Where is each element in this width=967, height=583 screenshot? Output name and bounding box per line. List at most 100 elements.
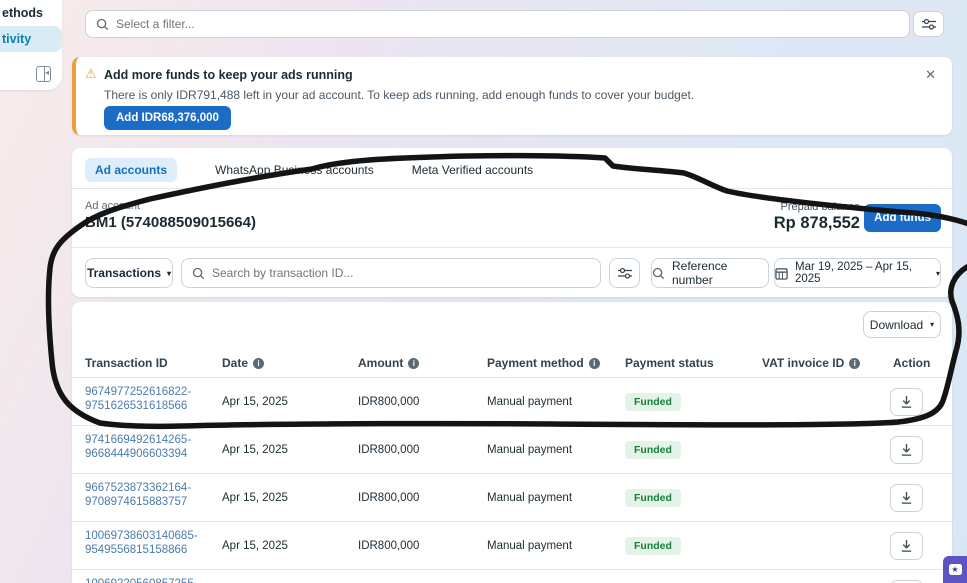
tab-whatsapp-business-accounts[interactable]: WhatsApp Business accounts <box>215 163 374 177</box>
payment-status-cell: Funded <box>625 426 681 474</box>
transaction-id-link[interactable]: 10069220560857255- <box>85 577 217 583</box>
close-icon[interactable]: ✕ <box>925 67 936 83</box>
info-icon[interactable]: i <box>849 358 860 369</box>
amount-cell: IDR800,000 <box>358 426 419 474</box>
status-badge: Funded <box>625 441 681 459</box>
transaction-search-input[interactable] <box>212 266 590 280</box>
amount-cell: IDR800,000 <box>358 474 419 522</box>
low-funds-alert: ⚠ Add more funds to keep your ads runnin… <box>72 57 952 135</box>
alert-body: There is only IDR791,488 left in your ad… <box>104 88 694 102</box>
download-invoice-button[interactable] <box>890 532 923 560</box>
column-header-action: Action <box>893 356 930 370</box>
search-icon <box>652 267 665 280</box>
download-invoice-button[interactable] <box>890 388 923 416</box>
column-header-payment-method: Payment methodi <box>487 356 600 370</box>
info-icon[interactable]: i <box>589 358 600 369</box>
divider <box>72 188 952 189</box>
table-row: 9741669492614265-9668444906603394 Apr 15… <box>72 426 952 474</box>
reference-number-label: Reference number <box>672 259 768 287</box>
date-range-label: Mar 19, 2025 – Apr 15, 2025 <box>795 261 929 285</box>
amount-cell: IDR800,000 <box>358 522 419 570</box>
sliders-icon <box>922 18 936 30</box>
tab-meta-verified-accounts[interactable]: Meta Verified accounts <box>412 163 533 177</box>
transaction-id-link[interactable]: 9674977252616822-9751626531618566 <box>85 385 217 413</box>
warning-icon: ⚠ <box>85 66 97 82</box>
reference-number-button[interactable]: Reference number <box>651 258 769 288</box>
table-filter-button[interactable] <box>609 258 640 288</box>
payment-status-cell: Funded <box>625 378 681 426</box>
sidebar-item-methods[interactable]: ethods <box>0 0 62 26</box>
sliders-icon <box>618 267 632 279</box>
payment-method-cell: Manual payment <box>487 474 572 522</box>
add-funds-amount-button[interactable]: Add IDR68,376,000 <box>104 106 231 130</box>
chevron-down-icon: ▾ <box>167 269 171 278</box>
prepaid-balance-label: Prepaid balance <box>780 201 860 213</box>
search-icon <box>96 18 109 31</box>
filter-adjust-button[interactable] <box>913 11 944 37</box>
table-row: 9674977252616822-9751626531618566 Apr 15… <box>72 378 952 426</box>
alert-title: Add more funds to keep your ads running <box>104 68 353 82</box>
table-row: 10069220560857255- Apr 15, 2025 IDR800,0… <box>72 570 952 583</box>
prepaid-balance-value: Rp 878,552 <box>774 214 860 233</box>
transaction-id-link[interactable]: 9741669492614265-9668444906603394 <box>85 433 217 461</box>
date-cell: Apr 15, 2025 <box>222 378 288 426</box>
transaction-filter-row: Transactions ▾ Reference number Mar 19, … <box>85 258 941 288</box>
table-header-row: Transaction ID Datei Amounti Payment met… <box>72 347 952 378</box>
status-badge: Funded <box>625 537 681 555</box>
transactions-table-panel: Download ▾ Transaction ID Datei Amounti … <box>72 302 952 583</box>
download-icon <box>900 443 913 457</box>
account-tabs: Ad accounts WhatsApp Business accounts M… <box>85 157 533 183</box>
payment-method-cell: Manual payment <box>487 426 572 474</box>
column-header-amount: Amounti <box>358 356 419 370</box>
info-icon[interactable]: i <box>253 358 264 369</box>
global-filter-input[interactable] <box>116 17 899 31</box>
download-invoice-button[interactable] <box>890 484 923 512</box>
column-header-transaction-id: Transaction ID <box>85 356 168 370</box>
ad-account-label: Ad account <box>85 200 140 212</box>
global-filter-bar[interactable] <box>85 10 910 38</box>
status-badge: Funded <box>625 393 681 411</box>
download-icon <box>900 491 913 505</box>
download-invoice-button[interactable] <box>890 436 923 464</box>
download-icon <box>900 539 913 553</box>
date-range-picker[interactable]: Mar 19, 2025 – Apr 15, 2025 ▾ <box>774 258 941 288</box>
date-cell: Apr 15, 2025 <box>222 522 288 570</box>
payment-method-cell: Manual payment <box>487 378 572 426</box>
tab-ad-accounts[interactable]: Ad accounts <box>85 158 177 182</box>
table-row: 9667523873362164-9708974615883757 Apr 15… <box>72 474 952 522</box>
chevron-down-icon: ▾ <box>936 269 940 278</box>
amount-cell: IDR800,000 <box>358 570 419 583</box>
download-icon <box>900 395 913 409</box>
calendar-icon <box>775 267 788 280</box>
date-cell: Apr 15, 2025 <box>222 474 288 522</box>
column-header-date: Datei <box>222 356 264 370</box>
table-body: 9674977252616822-9751626531618566 Apr 15… <box>72 378 952 583</box>
status-badge: Funded <box>625 489 681 507</box>
add-funds-button[interactable]: Add funds <box>864 204 941 232</box>
transactions-dropdown-label: Transactions <box>87 266 161 280</box>
payment-status-cell: Funded <box>625 522 681 570</box>
download-dropdown-button[interactable]: Download ▾ <box>863 311 941 338</box>
amount-cell: IDR800,000 <box>358 378 419 426</box>
transaction-search-box[interactable] <box>181 258 601 288</box>
payment-status-cell: Funded <box>625 570 681 583</box>
info-icon[interactable]: i <box>408 358 419 369</box>
chevron-down-icon: ▾ <box>930 320 934 329</box>
divider <box>72 247 952 248</box>
table-row: 10069738603140685-9549556815158866 Apr 1… <box>72 522 952 570</box>
payment-status-cell: Funded <box>625 474 681 522</box>
sidebar-item-activity[interactable]: tivity <box>0 26 62 52</box>
date-cell: Apr 15, 2025 <box>222 426 288 474</box>
support-chat-widget[interactable]: ★ <box>943 556 967 583</box>
download-dropdown-label: Download <box>870 318 923 332</box>
transaction-id-link[interactable]: 9667523873362164-9708974615883757 <box>85 481 217 509</box>
column-header-payment-status: Payment status <box>625 356 714 370</box>
transaction-id-link[interactable]: 10069738603140685-9549556815158866 <box>85 529 217 557</box>
sidebar: ethods tivity <box>0 0 62 90</box>
collapse-sidebar-icon[interactable] <box>36 66 51 82</box>
transactions-type-dropdown[interactable]: Transactions ▾ <box>85 258 173 288</box>
account-panel: Ad accounts WhatsApp Business accounts M… <box>72 148 952 297</box>
payment-method-cell: Manual payment <box>487 570 572 583</box>
payment-method-cell: Manual payment <box>487 522 572 570</box>
ad-account-name: BM1 (574088509015664) <box>85 214 256 231</box>
